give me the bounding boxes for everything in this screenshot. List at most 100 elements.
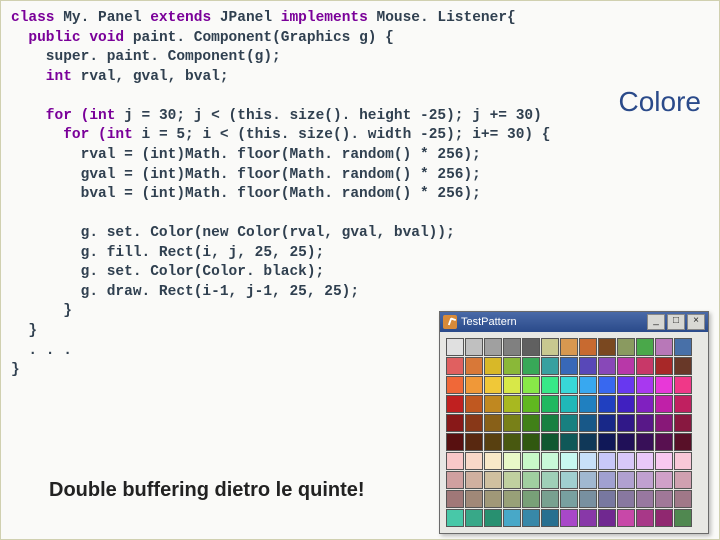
t: rval = (int)Math. floor(Math. random() *… (11, 147, 481, 163)
color-swatch (674, 471, 692, 489)
color-swatch (503, 452, 521, 470)
t: bval = (int)Math. floor(Math. random() *… (11, 186, 481, 202)
color-swatch (579, 452, 597, 470)
color-swatch (446, 414, 464, 432)
color-swatch (674, 433, 692, 451)
color-swatch (484, 509, 502, 527)
color-swatch (541, 395, 559, 413)
color-swatch (579, 357, 597, 375)
color-swatch (503, 414, 521, 432)
color-swatch (484, 357, 502, 375)
color-swatch (674, 490, 692, 508)
color-swatch (579, 509, 597, 527)
color-swatch (674, 414, 692, 432)
color-swatch (465, 452, 483, 470)
t: } (11, 323, 37, 339)
color-swatch (560, 433, 578, 451)
color-swatch (446, 338, 464, 356)
color-swatch (484, 338, 502, 356)
color-swatch (598, 471, 616, 489)
kw: extends (150, 10, 211, 26)
minimize-button[interactable]: _ (647, 314, 665, 330)
t: super. paint. Component(g); (11, 49, 281, 65)
color-swatch (560, 452, 578, 470)
t: My. Panel (55, 10, 151, 26)
close-button[interactable]: × (687, 314, 705, 330)
kw: int (11, 69, 72, 85)
color-swatch (598, 452, 616, 470)
t: j = 30; j < (this. size(). height -25); … (115, 108, 541, 124)
color-swatch (636, 338, 654, 356)
maximize-button[interactable]: □ (667, 314, 685, 330)
color-swatch (560, 357, 578, 375)
color-swatch (541, 490, 559, 508)
caption: Double buffering dietro le quinte! (49, 479, 365, 502)
color-swatch (503, 471, 521, 489)
color-swatch (541, 357, 559, 375)
color-swatch (446, 395, 464, 413)
color-swatch (636, 452, 654, 470)
color-swatch (579, 433, 597, 451)
color-swatch (522, 452, 540, 470)
titlebar[interactable]: TestPattern _ □ × (440, 312, 708, 332)
color-swatch (484, 376, 502, 394)
kw: (int (89, 127, 133, 143)
color-swatch (674, 357, 692, 375)
color-swatch (522, 376, 540, 394)
color-swatch (446, 471, 464, 489)
color-swatch (579, 376, 597, 394)
color-swatch (465, 338, 483, 356)
color-swatch (446, 433, 464, 451)
color-swatch (503, 395, 521, 413)
kw: void (81, 30, 125, 46)
kw: for (11, 108, 72, 124)
color-swatch (503, 433, 521, 451)
kw: (int (72, 108, 116, 124)
color-swatch (655, 490, 673, 508)
color-swatch (674, 452, 692, 470)
t: g. set. Color(Color. black); (11, 264, 324, 280)
color-swatch (465, 414, 483, 432)
color-swatch (465, 376, 483, 394)
color-swatch (560, 395, 578, 413)
color-swatch (503, 490, 521, 508)
color-swatch (655, 414, 673, 432)
color-swatch (541, 338, 559, 356)
color-swatch (484, 414, 502, 432)
color-swatch (655, 338, 673, 356)
t: i = 5; i < (this. size(). width -25); i+… (133, 127, 551, 143)
t: rval, gval, bval; (72, 69, 229, 85)
t: } (11, 303, 72, 319)
color-swatch (655, 509, 673, 527)
color-swatch (522, 357, 540, 375)
color-swatch (674, 509, 692, 527)
color-swatch (484, 471, 502, 489)
color-swatch (484, 452, 502, 470)
window-buttons: _ □ × (647, 314, 705, 330)
color-swatch (598, 509, 616, 527)
color-swatch (522, 338, 540, 356)
color-swatch (484, 490, 502, 508)
color-swatch (598, 376, 616, 394)
color-swatch (579, 414, 597, 432)
color-swatch (617, 471, 635, 489)
color-swatch (655, 471, 673, 489)
kw: class (11, 10, 55, 26)
color-swatch (617, 490, 635, 508)
color-swatch (541, 452, 559, 470)
color-swatch (636, 509, 654, 527)
color-swatch (674, 395, 692, 413)
color-swatch (560, 490, 578, 508)
color-swatch (674, 376, 692, 394)
color-swatch (560, 509, 578, 527)
color-swatch (522, 414, 540, 432)
color-swatch (446, 376, 464, 394)
color-swatch (617, 414, 635, 432)
color-swatch (465, 433, 483, 451)
color-swatch (598, 414, 616, 432)
t: JPanel (211, 10, 281, 26)
color-swatch (617, 452, 635, 470)
color-swatch (446, 490, 464, 508)
color-swatch (522, 471, 540, 489)
color-swatch (655, 376, 673, 394)
